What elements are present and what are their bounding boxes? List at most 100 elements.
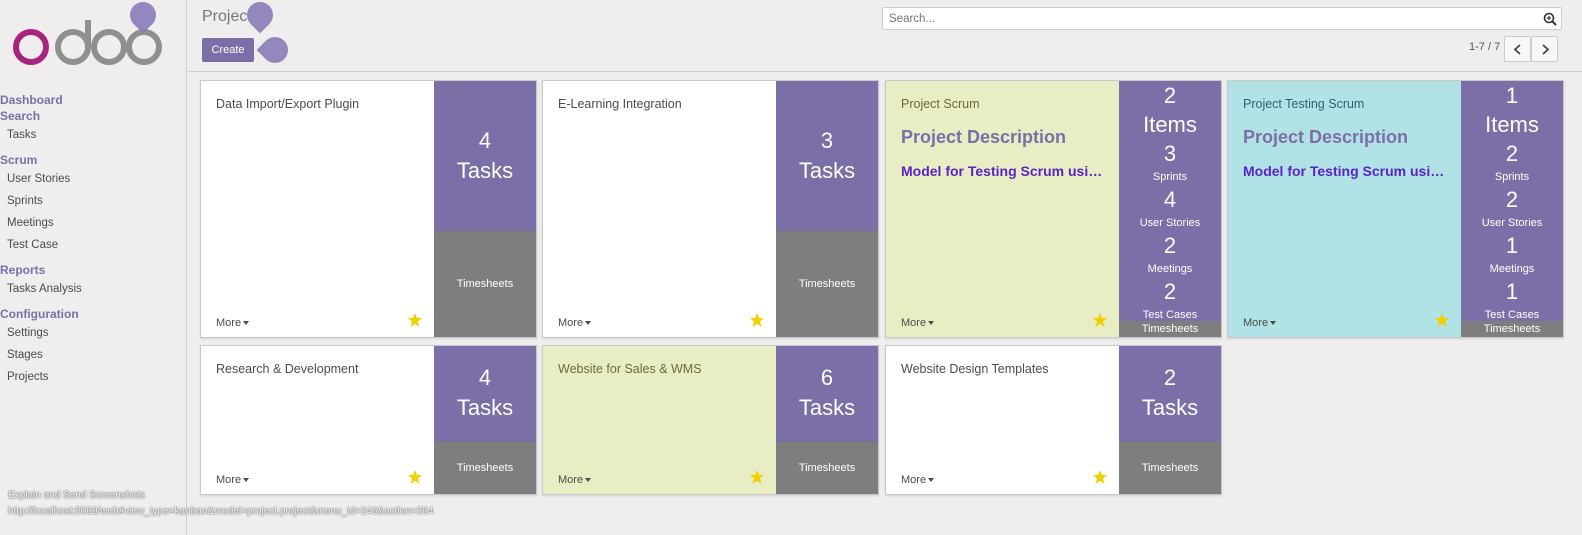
more-dropdown[interactable]: More: [216, 317, 250, 329]
caret-down-icon: [243, 321, 250, 326]
project-card[interactable]: Data Import/Export Plugin More 4 Tasks T…: [200, 80, 537, 338]
items-count[interactable]: 1: [1461, 82, 1563, 110]
caret-down-icon: [928, 478, 935, 483]
tasks-count-button[interactable]: 4 Tasks: [434, 346, 536, 442]
menu-item-tasks[interactable]: Tasks: [0, 124, 186, 146]
tasks-count: 4: [478, 128, 492, 153]
items-label[interactable]: Items: [1119, 110, 1221, 140]
timesheets-button[interactable]: Timesheets: [1119, 321, 1221, 337]
menu-item-meetings[interactable]: Meetings: [0, 212, 186, 234]
timesheets-button[interactable]: Timesheets: [776, 231, 878, 337]
tasks-count-button[interactable]: 6 Tasks: [776, 346, 878, 442]
test-cases-count[interactable]: 1: [1461, 278, 1563, 306]
star-icon[interactable]: [1434, 312, 1450, 328]
project-name[interactable]: Data Import/Export Plugin: [216, 97, 359, 111]
more-label: More: [216, 474, 242, 486]
project-name[interactable]: Research & Development: [216, 362, 358, 376]
menu-section-search[interactable]: Search: [0, 108, 186, 124]
more-dropdown[interactable]: More: [216, 474, 250, 486]
user-stories-label[interactable]: User Stories: [1119, 214, 1221, 232]
project-name[interactable]: Project Scrum: [901, 97, 980, 111]
tasks-label: Tasks: [456, 395, 514, 420]
project-card[interactable]: Project Testing Scrum Project Descriptio…: [1227, 80, 1564, 338]
menu-item-user-stories[interactable]: User Stories: [0, 168, 186, 190]
tasks-label: Tasks: [798, 395, 856, 420]
items-label[interactable]: Items: [1461, 110, 1563, 140]
more-dropdown[interactable]: More: [558, 474, 592, 486]
pager-previous-button[interactable]: [1504, 36, 1531, 62]
meetings-count[interactable]: 2: [1119, 232, 1221, 260]
star-icon[interactable]: [749, 312, 765, 328]
more-dropdown[interactable]: More: [558, 317, 592, 329]
search-box[interactable]: [882, 7, 1562, 30]
project-name[interactable]: Website for Sales & WMS: [558, 362, 702, 376]
user-stories-count[interactable]: 4: [1119, 186, 1221, 214]
test-cases-count[interactable]: 2: [1119, 278, 1221, 306]
scrum-stats: 1 Items 2 Sprints 2 User Stories 1 Meeti…: [1461, 81, 1563, 323]
sprints-label[interactable]: Sprints: [1461, 168, 1563, 186]
sprints-label[interactable]: Sprints: [1119, 168, 1221, 186]
more-label: More: [901, 474, 927, 486]
more-dropdown[interactable]: More: [901, 474, 935, 486]
star-icon[interactable]: [1092, 312, 1108, 328]
menu-section-reports[interactable]: Reports: [0, 262, 186, 278]
tasks-count: 3: [820, 128, 834, 153]
tasks-count-button[interactable]: 2 Tasks: [1119, 346, 1221, 442]
star-icon[interactable]: [407, 469, 423, 485]
menu-section-scrum[interactable]: Scrum: [0, 152, 186, 168]
caret-down-icon: [1270, 321, 1277, 326]
more-label: More: [1243, 317, 1269, 329]
more-label: More: [901, 317, 927, 329]
meetings-count[interactable]: 1: [1461, 232, 1563, 260]
meetings-label[interactable]: Meetings: [1119, 260, 1221, 278]
timesheets-button[interactable]: Timesheets: [776, 442, 878, 494]
menu-item-settings[interactable]: Settings: [0, 322, 186, 344]
menu-item-stages[interactable]: Stages: [0, 344, 186, 366]
sprints-count[interactable]: 3: [1119, 140, 1221, 168]
create-button[interactable]: Create: [202, 38, 254, 62]
menu-item-tasks-analysis[interactable]: Tasks Analysis: [0, 278, 186, 300]
project-name[interactable]: E-Learning Integration: [558, 97, 682, 111]
timesheets-button[interactable]: Timesheets: [434, 231, 536, 337]
tasks-count-button[interactable]: 4 Tasks: [434, 81, 536, 233]
menu-section-configuration[interactable]: Configuration: [0, 306, 186, 322]
user-stories-label[interactable]: User Stories: [1461, 214, 1563, 232]
meetings-label[interactable]: Meetings: [1461, 260, 1563, 278]
project-card[interactable]: Website Design Templates More 2 Tasks Ti…: [885, 345, 1222, 495]
project-name[interactable]: Project Testing Scrum: [1243, 97, 1364, 111]
more-label: More: [216, 317, 242, 329]
project-card[interactable]: Research & Development More 4 Tasks Time…: [200, 345, 537, 495]
more-dropdown[interactable]: More: [1243, 317, 1277, 329]
menu-item-projects[interactable]: Projects: [0, 366, 186, 388]
tasks-count-button[interactable]: 3 Tasks: [776, 81, 878, 233]
user-stories-count[interactable]: 2: [1461, 186, 1563, 214]
description-text: Model for Testing Scrum using Odoo: [901, 163, 1109, 179]
menu-item-sprints[interactable]: Sprints: [0, 190, 186, 212]
project-name[interactable]: Website Design Templates: [901, 362, 1049, 376]
pager-value[interactable]: 1-7 / 7: [1469, 41, 1500, 53]
items-count[interactable]: 2: [1119, 82, 1221, 110]
timesheets-button[interactable]: Timesheets: [1461, 321, 1563, 337]
search-icon[interactable]: [1543, 12, 1557, 26]
caret-down-icon: [928, 321, 935, 326]
tasks-count: 6: [820, 365, 834, 390]
star-icon[interactable]: [407, 312, 423, 328]
sprints-count[interactable]: 2: [1461, 140, 1563, 168]
timesheets-button[interactable]: Timesheets: [1119, 442, 1221, 494]
menu-section-dashboard[interactable]: Dashboard: [0, 92, 186, 108]
project-card[interactable]: Website for Sales & WMS More 6 Tasks Tim…: [542, 345, 879, 495]
pager-next-button[interactable]: [1531, 36, 1558, 62]
chevron-left-icon: [1513, 44, 1521, 55]
search-input[interactable]: [883, 8, 1523, 29]
timesheets-button[interactable]: Timesheets: [434, 442, 536, 494]
status-overlay: Explain and Send Screenshots http://loca…: [8, 488, 433, 520]
control-panel: Projec Create 1-7 / 7: [188, 0, 1582, 72]
screenshot-tool-label[interactable]: Explain and Send Screenshots: [8, 488, 433, 504]
more-dropdown[interactable]: More: [901, 317, 935, 329]
menu-item-test-case[interactable]: Test Case: [0, 234, 186, 256]
project-card[interactable]: E-Learning Integration More 3 Tasks Time…: [542, 80, 879, 338]
star-icon[interactable]: [749, 469, 765, 485]
star-icon[interactable]: [1092, 469, 1108, 485]
page-title: Projec: [202, 8, 248, 25]
project-card[interactable]: Project Scrum Project Description Model …: [885, 80, 1222, 338]
